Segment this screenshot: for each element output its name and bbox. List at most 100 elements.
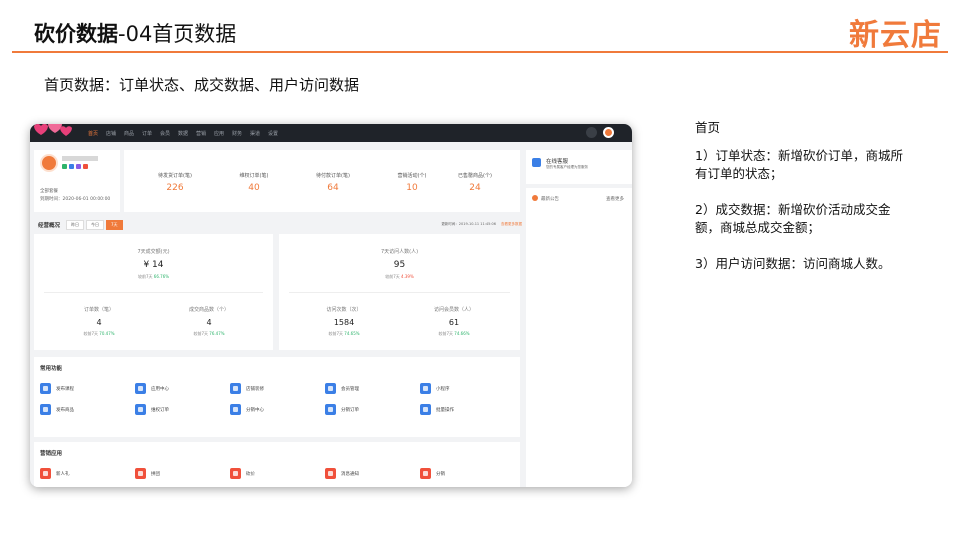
- goods-icon: [40, 404, 51, 415]
- visits-value: 1584: [333, 318, 355, 327]
- nav-item-shop[interactable]: 店铺: [102, 130, 120, 137]
- stat-rights[interactable]: 维权订单(笔) 40: [219, 172, 289, 193]
- mkt-newcomer-gift[interactable]: 新人礼: [40, 468, 135, 479]
- marketing-apps-grid: 新人礼 拼团 砍价 消息通知 分销: [40, 468, 515, 479]
- nav-item-goods[interactable]: 商品: [120, 130, 138, 137]
- service-title[interactable]: 在线客服: [546, 157, 568, 165]
- slide-title: 砍价数据-04首页数据: [34, 18, 236, 48]
- avatar[interactable]: [603, 127, 614, 138]
- nav-item-marketing[interactable]: 营销: [192, 130, 210, 137]
- nav-item-channels[interactable]: 渠道: [246, 130, 264, 137]
- stat-pending-ship[interactable]: 待发货订单(笔) 226: [140, 172, 210, 193]
- right-sidebar: 在线客服 您的专属客户经理为您服务 最新公告 查看更多: [526, 150, 632, 487]
- compare-label: 较前7天: [83, 331, 98, 336]
- mkt-label: 拼团: [151, 471, 160, 477]
- sales-card: 7天成交额(元) ¥ 14 较前7天 66.76% 订单数（笔） 4 较前7天 …: [34, 234, 273, 350]
- overview-tabs: 昨日 今日 7天: [66, 220, 123, 230]
- visitors-compare: 较前7天 4.39%: [279, 274, 520, 280]
- service-subtitle: 您的专属客户经理为您服务: [546, 165, 588, 169]
- stat-label: 营销活动(个): [397, 173, 427, 179]
- func-mini-program[interactable]: 小程序: [420, 383, 515, 394]
- update-time: 更新时间：2019-10-11 11:45:06: [441, 222, 496, 226]
- func-label: 维权订单: [151, 407, 169, 413]
- stat-value: 226: [166, 183, 184, 193]
- func-distribution-center[interactable]: 分销中心: [230, 404, 325, 415]
- nav-item-orders[interactable]: 订单: [138, 130, 156, 137]
- sales-compare: 较前7天 66.76%: [34, 274, 273, 280]
- mkt-bargain[interactable]: 砍价: [230, 468, 325, 479]
- func-label: 小程序: [436, 386, 450, 392]
- func-publish-goods[interactable]: 发布商品: [40, 404, 135, 415]
- title-divider: [12, 51, 948, 53]
- notes-panel: 首页 1）订单状态：新增砍价订单，商城所有订单的状态； 2）成交数据：新增砍价活…: [695, 119, 915, 291]
- mkt-message-notify[interactable]: 消息通知: [325, 468, 420, 479]
- visits-metric: 访问次数（次） 1584 较前7天 74.65%: [299, 306, 389, 337]
- shop-info-card: ████████ 全部套餐 到期时间：2020-06-01 00:00:00: [34, 150, 120, 212]
- nav-item-home[interactable]: 首页: [84, 130, 102, 137]
- nav-item-apps[interactable]: 应用: [210, 130, 228, 137]
- slide-subtitle: 首页数据：订单状态、成交数据、用户访问数据: [44, 76, 360, 94]
- gift-icon: [40, 468, 51, 479]
- help-icon[interactable]: [586, 127, 597, 138]
- tab-7days[interactable]: 7天: [106, 220, 123, 230]
- mkt-distribution[interactable]: 分销: [420, 468, 515, 479]
- orders-value: 4: [96, 318, 102, 327]
- common-functions-card: 常用功能 发布课程 应用中心 店铺装修 会员管理 小程序 发布商品 维权订单 分…: [34, 357, 520, 437]
- notice-icon: [532, 195, 538, 201]
- compare-label: 较前7天: [328, 331, 343, 336]
- shop-plan: 全部套餐: [40, 189, 58, 194]
- tab-today[interactable]: 今日: [86, 220, 104, 230]
- func-shop-decoration[interactable]: 店铺装修: [230, 383, 325, 394]
- mkt-label: 砍价: [246, 471, 255, 477]
- func-publish-course[interactable]: 发布课程: [40, 383, 135, 394]
- stat-sold-out[interactable]: 已售罄商品(个) 24: [440, 172, 510, 193]
- func-distribution-orders[interactable]: 分销订单: [325, 404, 420, 415]
- stat-pending-pay[interactable]: 待付款订单(笔) 64: [298, 172, 368, 193]
- share-icon: [420, 468, 431, 479]
- visitors-pct: 4.39%: [401, 274, 414, 279]
- notice-title: 最新公告: [541, 197, 559, 202]
- nav-right: [586, 127, 614, 138]
- mkt-group-buy[interactable]: 拼团: [135, 468, 230, 479]
- compare-label: 较前7天: [438, 331, 453, 336]
- func-member-management[interactable]: 会员管理: [325, 383, 420, 394]
- stat-value: 64: [327, 183, 339, 193]
- card-divider: [44, 292, 263, 293]
- visits-label: 访问次数（次）: [326, 307, 362, 313]
- goods-compare: 较前7天 76.47%: [164, 331, 254, 337]
- nav-item-settings[interactable]: 设置: [264, 130, 282, 137]
- overview-title: 经营概况: [38, 223, 61, 229]
- compare-label: 较前7天: [137, 274, 153, 279]
- orders-label: 订单数（笔）: [83, 307, 114, 313]
- notice-more-link[interactable]: 查看更多: [606, 196, 624, 202]
- mini-program-icon: [420, 383, 431, 394]
- nav-item-data[interactable]: 数据: [174, 130, 192, 137]
- func-label: 应用中心: [151, 386, 169, 392]
- func-label: 批量操作: [436, 407, 454, 413]
- members-pct: 74.66%: [454, 331, 470, 336]
- rights-order-icon: [135, 404, 146, 415]
- stat-campaigns[interactable]: 营销活动(个) 10: [377, 172, 447, 193]
- func-rights-orders[interactable]: 维权订单: [135, 404, 230, 415]
- orders-pct: 70.47%: [99, 331, 115, 336]
- func-label: 发布商品: [56, 407, 74, 413]
- nav-item-members[interactable]: 会员: [156, 130, 174, 137]
- tab-yesterday[interactable]: 昨日: [66, 220, 84, 230]
- slide-title-bold: 砍价数据: [34, 22, 118, 46]
- visits-compare: 较前7天 74.65%: [299, 331, 389, 337]
- notes-item-1: 1）订单状态：新增砍价订单，商城所有订单的状态；: [695, 148, 903, 181]
- func-app-center[interactable]: 应用中心: [135, 383, 230, 394]
- nav-item-finance[interactable]: 财务: [228, 130, 246, 137]
- group-icon: [135, 468, 146, 479]
- orders-metric: 订单数（笔） 4 较前7天 70.47%: [54, 306, 144, 337]
- badge-blue-icon: [69, 164, 74, 169]
- distribution-order-icon: [325, 404, 336, 415]
- brand-logo: 新云店: [849, 18, 942, 53]
- member-icon: [325, 383, 336, 394]
- func-batch-operation[interactable]: 批量操作: [420, 404, 515, 415]
- common-functions-grid: 发布课程 应用中心 店铺装修 会员管理 小程序 发布商品 维权订单 分销中心 分…: [40, 383, 515, 415]
- more-data-link[interactable]: 查看更多数据: [501, 222, 522, 227]
- hearts-decoration-icon: [34, 124, 72, 136]
- mkt-label: 新人礼: [56, 471, 70, 477]
- compare-label: 较前7天: [385, 274, 400, 279]
